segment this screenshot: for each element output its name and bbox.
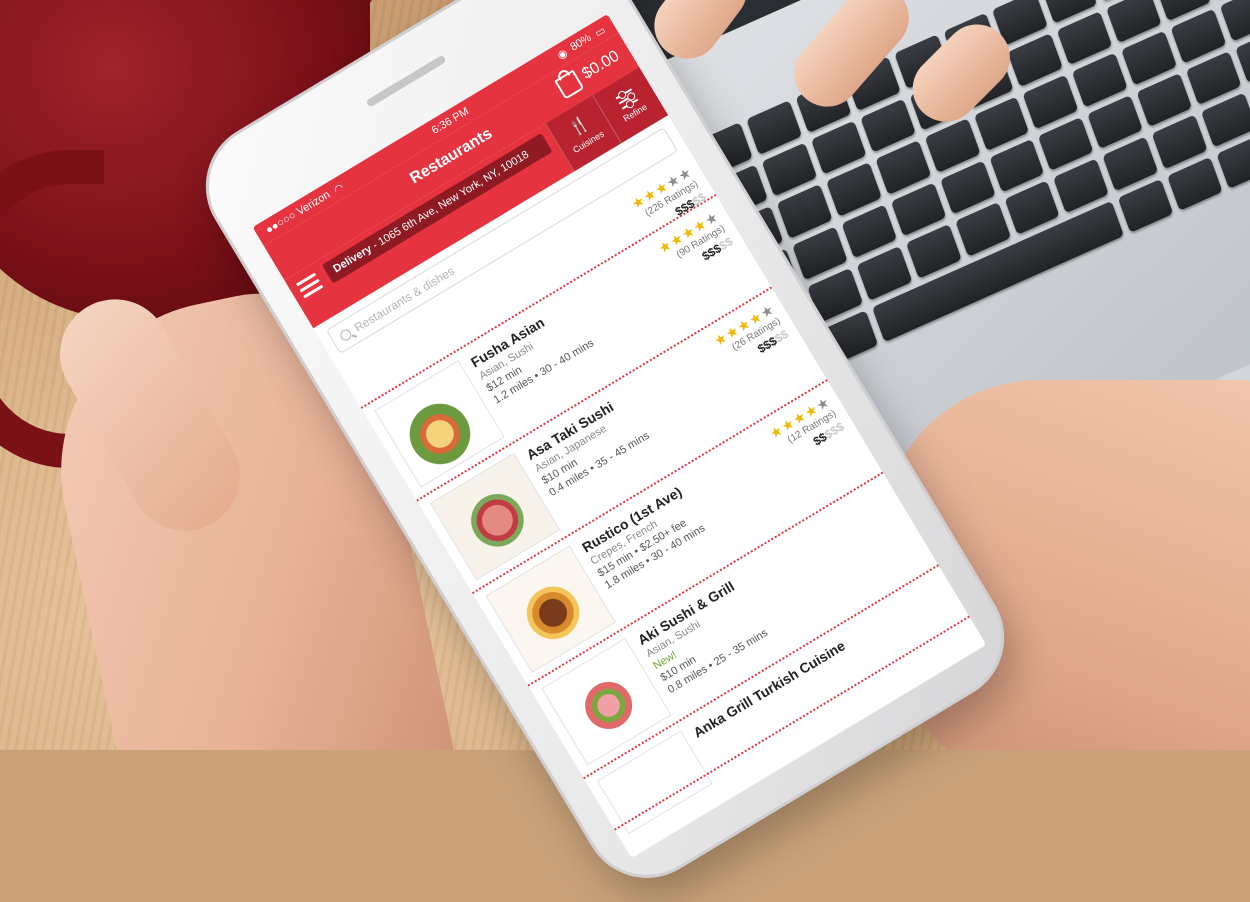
phone-speaker (365, 54, 447, 108)
shopping-bag-icon (554, 69, 585, 100)
search-icon (338, 327, 354, 343)
hamburger-icon[interactable] (295, 272, 324, 299)
alarm-icon: ◉ (555, 46, 570, 62)
wifi-icon: ◠ (331, 181, 346, 197)
battery-icon: ▭ (592, 23, 608, 40)
cart-total: $0.00 (579, 47, 623, 83)
